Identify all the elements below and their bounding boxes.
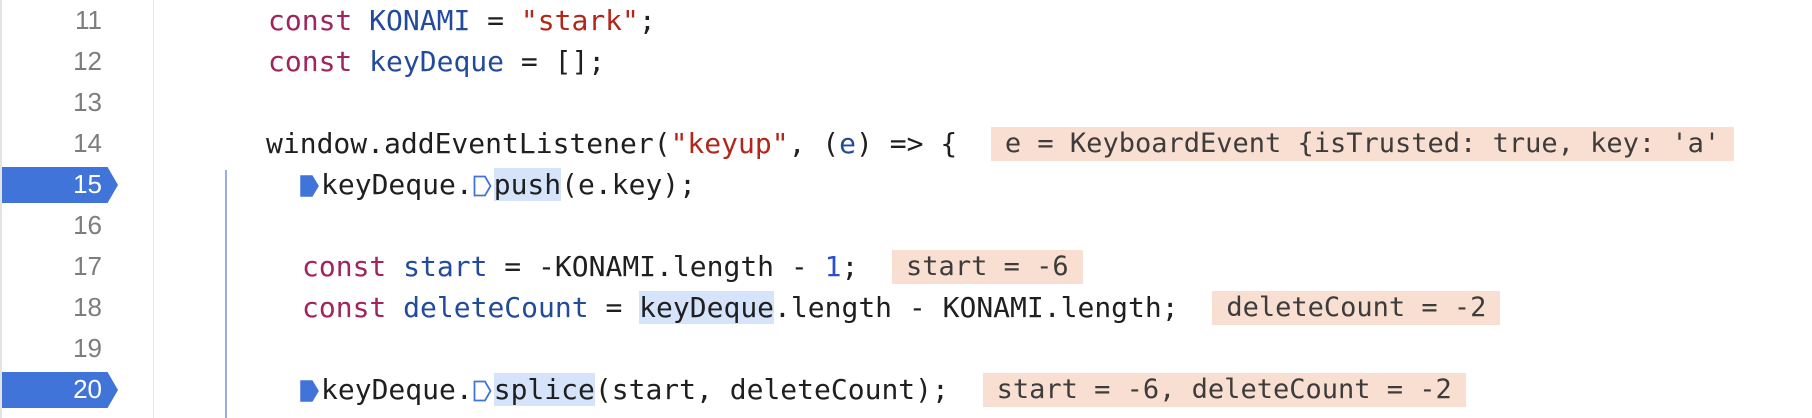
inline-preview-value[interactable]: start = -6, deleteCount = -2 <box>982 373 1466 407</box>
identifier-token[interactable]: deleteCount <box>403 291 588 324</box>
code-token: (start, deleteCount); <box>594 373 949 406</box>
number-token: 1 <box>824 250 842 283</box>
line-number[interactable]: 14 <box>0 123 102 164</box>
code-token: .length - KONAMI.length; <box>774 291 1179 324</box>
line-number[interactable]: 12 <box>0 41 102 82</box>
line-number[interactable]: 17 <box>0 246 102 287</box>
column-breakpoint-hollow-icon[interactable] <box>473 380 492 402</box>
line-number[interactable]: 15 <box>0 164 102 205</box>
code-token: = []; <box>504 45 606 78</box>
inline-preview-value[interactable]: e = KeyboardEvent {isTrusted: true, key:… <box>990 127 1735 161</box>
code-line-12: 12 const keyDeque = []; <box>0 41 1812 82</box>
code-token: ; <box>841 250 859 283</box>
code-line-17: 17 const start = -KONAMI.length - 1; sta… <box>0 246 1812 287</box>
column-breakpoint-icon[interactable] <box>300 175 319 197</box>
line-number[interactable]: 16 <box>0 205 102 246</box>
code-token: (e.key); <box>561 168 697 201</box>
keyword-token: const <box>302 250 387 283</box>
line-number[interactable]: 19 <box>0 328 102 369</box>
code-line-14: 14 window.addEventListener("keyup", (e) … <box>0 123 1812 164</box>
string-token: "stark" <box>520 4 639 37</box>
line-code: const KONAMI = "stark"; <box>268 0 656 41</box>
code-token: window.addEventListener( <box>266 127 671 160</box>
keyword-token: const <box>302 291 387 324</box>
identifier-token[interactable]: start <box>403 250 487 283</box>
method-token[interactable]: push <box>493 168 562 201</box>
identifier-token[interactable]: e <box>839 127 856 160</box>
keyword-token: const <box>268 45 353 78</box>
line-number[interactable]: 13 <box>0 82 102 123</box>
code-token: = <box>470 4 521 37</box>
column-breakpoint-hollow-icon[interactable] <box>473 175 492 197</box>
code-token: keyDeque. <box>321 373 473 406</box>
column-breakpoint-icon[interactable] <box>300 380 319 402</box>
line-code: keyDeque. push(e.key); <box>300 164 696 205</box>
code-token: , ( <box>788 127 840 160</box>
code-line-15: 15 keyDeque. push(e.key); <box>0 164 1812 205</box>
inline-preview-value[interactable]: deleteCount = -2 <box>1212 291 1501 325</box>
line-number[interactable]: 11 <box>0 0 102 41</box>
highlighted-identifier[interactable]: keyDeque <box>639 291 775 324</box>
line-code: window.addEventListener("keyup", (e) => … <box>266 123 1735 164</box>
code-token: keyDeque. <box>321 168 473 201</box>
code-line-19: 19 <box>0 328 1812 369</box>
string-token: "keyup" <box>670 127 789 160</box>
inline-preview-value[interactable]: start = -6 <box>892 250 1083 284</box>
line-code: const keyDeque = []; <box>268 41 605 82</box>
code-token: ) => { <box>856 127 958 160</box>
code-line-20: 20 keyDeque. splice(start, deleteCount); … <box>0 369 1812 410</box>
keyword-token: const <box>268 4 353 37</box>
method-token[interactable]: splice <box>493 373 595 406</box>
line-number[interactable]: 20 <box>0 369 102 410</box>
identifier-token[interactable]: keyDeque <box>369 45 504 78</box>
code-token: ; <box>638 4 656 37</box>
code-editor[interactable]: 11 const KONAMI = "stark"; 12 const keyD… <box>0 0 1812 418</box>
line-code: const start = -KONAMI.length - 1; start … <box>302 246 1083 287</box>
code-line-16: 16 <box>0 205 1812 246</box>
code-token: = <box>588 291 640 324</box>
code-line-13: 13 <box>0 82 1812 123</box>
code-line-18: 18 const deleteCount = keyDeque.length -… <box>0 287 1812 328</box>
line-code: keyDeque. splice(start, deleteCount); sta… <box>300 369 1466 410</box>
code-line-11: 11 const KONAMI = "stark"; <box>0 0 1812 41</box>
code-token: = -KONAMI.length - <box>487 250 825 283</box>
identifier-token[interactable]: KONAMI <box>369 4 470 37</box>
line-number[interactable]: 18 <box>0 287 102 328</box>
line-code: const deleteCount = keyDeque.length - KO… <box>302 287 1501 328</box>
